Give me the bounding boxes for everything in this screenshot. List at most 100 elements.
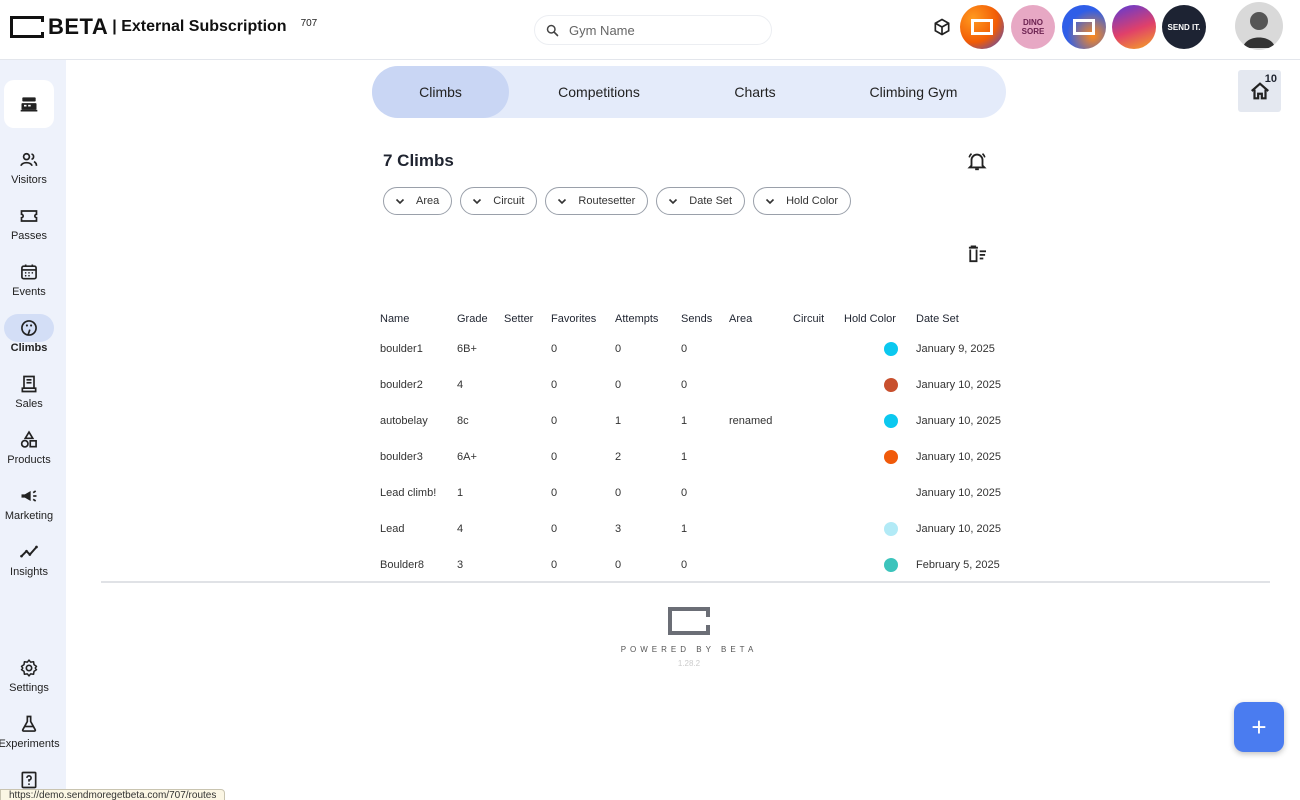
- cell-area: renamed: [729, 415, 773, 427]
- gym-avatar-2[interactable]: DINO SORE: [1011, 5, 1055, 49]
- search-icon: [546, 24, 559, 36]
- brand[interactable]: BETA | External Subscription 707: [10, 14, 317, 40]
- filter-routesetter[interactable]: Routesetter: [545, 187, 649, 215]
- register-button[interactable]: [4, 80, 54, 128]
- cell-attempts: 3: [615, 523, 622, 535]
- gym-avatar-1[interactable]: [960, 5, 1004, 49]
- cell-sends: 1: [681, 451, 688, 463]
- sidebar-item-label: Marketing: [4, 510, 54, 522]
- page-title: 7 Climbs: [383, 151, 454, 170]
- search-input[interactable]: [569, 22, 749, 38]
- cash-register-icon: [20, 97, 38, 112]
- sidebar-item-help[interactable]: [0, 770, 58, 790]
- beta-logo-icon: [668, 607, 712, 635]
- user-avatar[interactable]: [1235, 2, 1283, 50]
- table-row[interactable]: Lead 4 0 3 1 January 10, 2025: [374, 511, 1020, 547]
- sidebar-item-events[interactable]: Events: [0, 262, 58, 298]
- cell-attempts: 1: [615, 415, 622, 427]
- tab-charts[interactable]: Charts: [689, 66, 821, 118]
- sidebar-item-label: Products: [7, 454, 51, 466]
- hold-color-swatch: [884, 378, 898, 392]
- col-attempts[interactable]: Attempts: [609, 307, 675, 331]
- gym-avatar-3[interactable]: [1062, 5, 1106, 49]
- tab-climbing-gym[interactable]: Climbing Gym: [821, 66, 1006, 118]
- filter-date-set[interactable]: Date Set: [656, 187, 746, 215]
- sidebar-item-visitors[interactable]: Visitors: [0, 150, 58, 186]
- table-row[interactable]: boulder2 4 0 0 0 January 10, 2025: [374, 367, 1020, 403]
- cell-name: autobelay: [380, 415, 428, 427]
- cell-favorites: 0: [551, 343, 558, 355]
- add-climb-button[interactable]: +: [1234, 702, 1284, 752]
- tab-climbs[interactable]: Climbs: [372, 66, 509, 118]
- powered-by: POWERED BY BETA: [620, 645, 758, 654]
- col-favorites[interactable]: Favorites: [545, 307, 609, 331]
- gym-avatar-4[interactable]: [1112, 5, 1156, 49]
- col-area[interactable]: Area: [723, 307, 787, 331]
- shapes-icon: [20, 430, 37, 448]
- avatar-text: SEND IT.: [1167, 22, 1201, 32]
- gear-icon: [20, 659, 38, 677]
- gym-avatar-5[interactable]: SEND IT.: [1162, 5, 1206, 49]
- sidebar-item-sales[interactable]: Sales: [0, 374, 58, 410]
- sidebar-item-settings[interactable]: Settings: [0, 658, 58, 694]
- col-grade[interactable]: Grade: [451, 307, 498, 331]
- bell-icon[interactable]: [966, 150, 988, 172]
- cell-sends: 1: [681, 523, 688, 535]
- cell-date-set: February 5, 2025: [916, 559, 1000, 571]
- sidebar-item-passes[interactable]: Passes: [0, 206, 58, 242]
- col-hold-color[interactable]: Hold Color: [838, 307, 910, 331]
- col-sends[interactable]: Sends: [675, 307, 723, 331]
- cell-name: boulder2: [380, 379, 423, 391]
- cell-grade: 8c: [457, 415, 469, 427]
- cell-setter: [498, 511, 545, 547]
- sidebar-item-label: Visitors: [11, 174, 47, 186]
- col-circuit[interactable]: Circuit: [787, 307, 838, 331]
- help-icon: [21, 771, 37, 789]
- cell-grade: 4: [457, 523, 464, 535]
- cell-sends: 0: [681, 379, 688, 391]
- cell-area: [723, 475, 787, 511]
- cell-area: [723, 367, 787, 403]
- gym-id: 707: [300, 17, 318, 29]
- app-version: 1.28.2: [677, 659, 701, 668]
- col-name[interactable]: Name: [374, 307, 451, 331]
- table-row[interactable]: boulder1 6B+ 0 0 0 January 9, 2025: [374, 331, 1020, 367]
- calendar-icon: [21, 264, 37, 280]
- cell-date-set: January 10, 2025: [916, 487, 1002, 499]
- cell-hold-color: [838, 439, 910, 475]
- sidebar-item-climbs[interactable]: Climbs: [0, 318, 58, 354]
- tab-competitions[interactable]: Competitions: [509, 66, 689, 118]
- sidebar-item-insights[interactable]: Insights: [0, 542, 58, 578]
- cell-setter: [498, 403, 545, 439]
- sidebar-item-products[interactable]: Products: [0, 430, 58, 466]
- cell-attempts: 0: [615, 487, 622, 499]
- clear-filters-icon[interactable]: [967, 245, 987, 263]
- brand-name: BETA: [48, 14, 109, 39]
- gym-search[interactable]: [534, 15, 772, 45]
- beta-logo-icon: [971, 19, 993, 35]
- col-setter[interactable]: Setter: [498, 307, 545, 331]
- filter-area[interactable]: Area: [383, 187, 453, 215]
- filter-label: Circuit: [493, 195, 525, 207]
- table-row[interactable]: Lead climb! 1 0 0 0 January 10, 2025: [374, 475, 1020, 511]
- sidebar-item-experiments[interactable]: Experiments: [0, 714, 60, 750]
- ticket-icon: [20, 210, 38, 222]
- cube-icon[interactable]: [932, 17, 952, 37]
- filter-label: Routesetter: [578, 195, 636, 207]
- cell-circuit: [787, 475, 838, 511]
- filter-circuit[interactable]: Circuit: [460, 187, 538, 215]
- sidebar-item-label: Sales: [15, 398, 43, 410]
- table-row[interactable]: boulder3 6A+ 0 2 1 January 10, 2025: [374, 439, 1020, 475]
- col-date-set[interactable]: Date Set: [910, 307, 1020, 331]
- beta-logo-icon: [10, 16, 45, 38]
- cell-date-set: January 10, 2025: [916, 451, 1002, 463]
- cell-favorites: 0: [551, 487, 558, 499]
- chevron-down-icon: [395, 198, 405, 205]
- home-button[interactable]: 10: [1238, 70, 1281, 112]
- filter-hold-color[interactable]: Hold Color: [753, 187, 852, 215]
- table-row[interactable]: Boulder8 3 0 0 0 February 5, 2025: [374, 547, 1020, 583]
- table-row[interactable]: autobelay 8c 0 1 1 renamed January 10, 2025: [374, 403, 1020, 439]
- sidebar-item-marketing[interactable]: Marketing: [0, 486, 58, 522]
- cell-circuit: [787, 331, 838, 367]
- cell-area: [723, 547, 787, 583]
